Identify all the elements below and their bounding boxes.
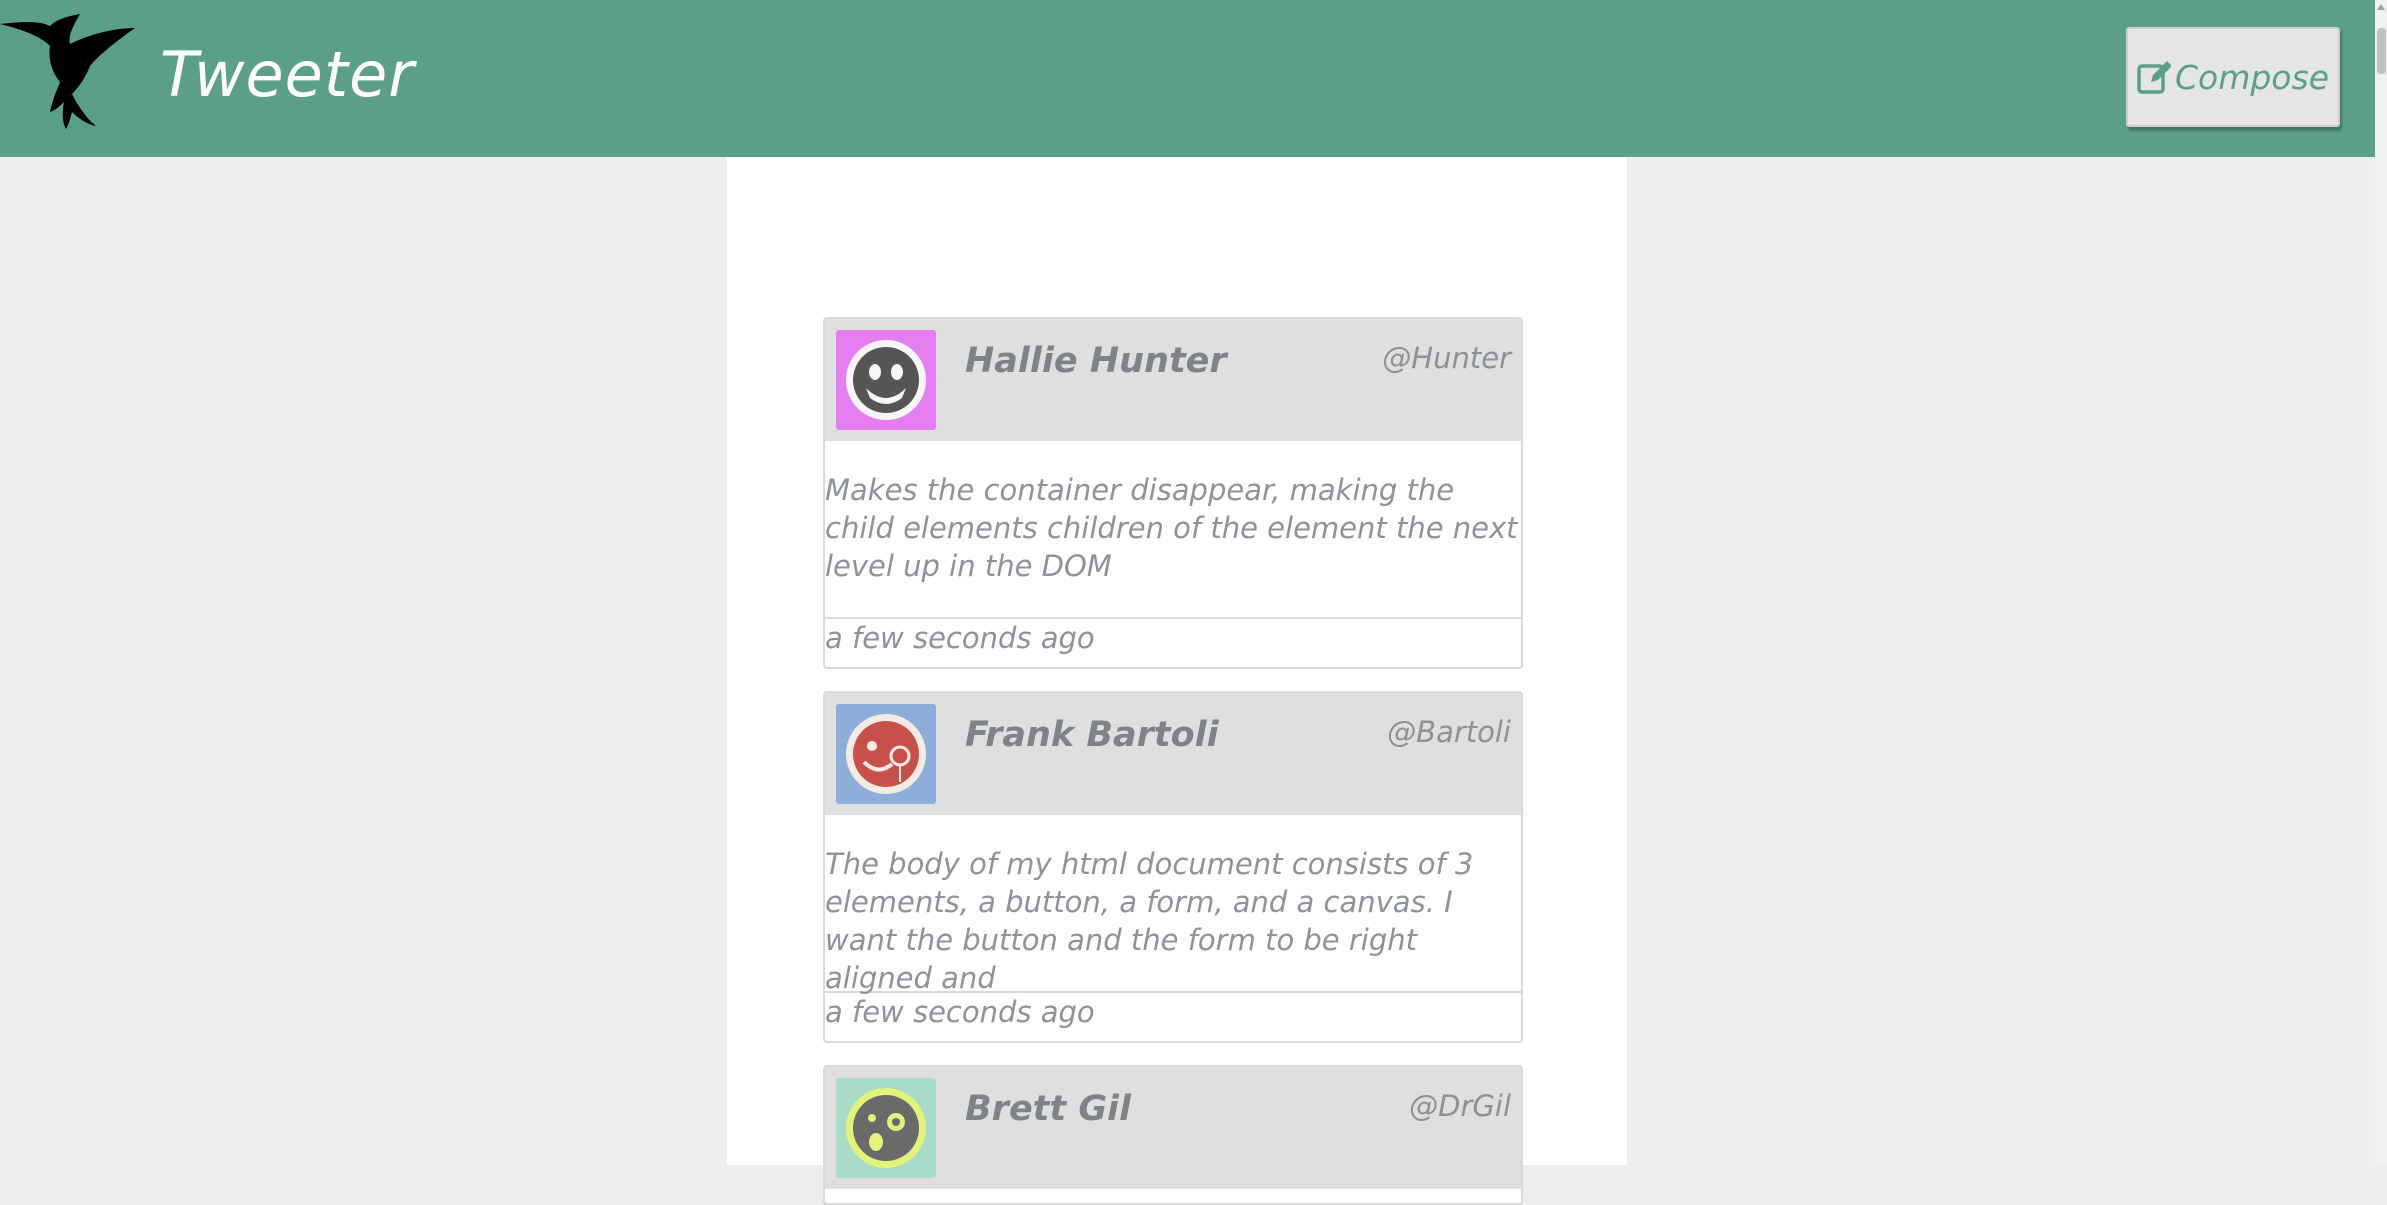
scroll-up-icon[interactable] <box>2377 4 2385 10</box>
tweet-card: Hallie Hunter @Hunter Makes the containe… <box>823 317 1523 669</box>
compose-button[interactable]: Compose <box>2126 27 2340 127</box>
tweet-text: Makes the container disappear, making th… <box>825 441 1521 619</box>
brand-title: Tweeter <box>160 38 415 111</box>
top-navbar: Tweeter Compose <box>0 0 2375 157</box>
tweet-header: Hallie Hunter @Hunter <box>825 319 1521 441</box>
user-name: Brett Gil <box>965 1089 1132 1129</box>
tweet-feed: Hallie Hunter @Hunter Makes the containe… <box>727 157 1627 1205</box>
user-handle: @Bartoli <box>1387 715 1511 749</box>
tweet-card: Frank Bartoli @Bartoli The body of my ht… <box>823 691 1523 1043</box>
monocle-face-avatar-icon <box>846 714 926 794</box>
tweet-card: Brett Gil @DrGil <box>823 1065 1523 1205</box>
edit-icon <box>2137 61 2171 94</box>
grinning-face-avatar-icon <box>846 340 926 420</box>
tweet-timestamp: a few seconds ago <box>825 995 1095 1029</box>
user-name: Frank Bartoli <box>965 715 1219 755</box>
tweet-header: Frank Bartoli @Bartoli <box>825 693 1521 815</box>
hummingbird-icon <box>0 14 135 129</box>
avatar <box>836 704 936 804</box>
page-scrollbar[interactable] <box>2375 0 2387 1165</box>
avatar <box>836 330 936 430</box>
user-handle: @Hunter <box>1382 341 1511 375</box>
compose-label: Compose <box>2174 57 2329 97</box>
tweet-text: The body of my html document consists of… <box>825 815 1521 995</box>
user-name: Hallie Hunter <box>965 341 1227 381</box>
scrollbar-thumb[interactable] <box>2377 28 2386 74</box>
tweet-timestamp: a few seconds ago <box>825 621 1095 655</box>
avatar <box>836 1078 936 1178</box>
surprised-face-avatar-icon <box>846 1088 926 1168</box>
user-handle: @DrGil <box>1409 1089 1511 1123</box>
tweet-header: Brett Gil @DrGil <box>825 1067 1521 1189</box>
